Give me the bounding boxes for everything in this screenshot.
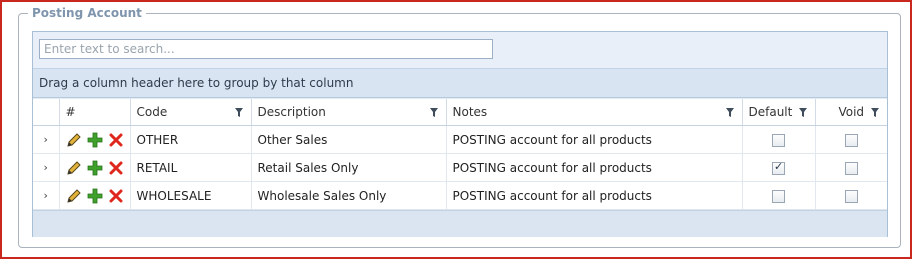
plus-icon[interactable]	[87, 188, 103, 204]
check-icon: ✓	[774, 159, 784, 173]
column-header-void[interactable]: Void	[815, 99, 887, 126]
column-header-code[interactable]: Code	[130, 99, 252, 126]
row-commands	[59, 125, 131, 154]
data-table: # Code Description Notes Default Void ›	[33, 99, 887, 210]
plus-icon[interactable]	[87, 160, 103, 176]
search-panel	[33, 32, 887, 69]
plus-icon[interactable]	[87, 132, 103, 148]
group-panel[interactable]: Drag a column header here to group by th…	[33, 69, 887, 98]
row-expand-button[interactable]: ›	[33, 153, 60, 182]
cell-notes: POSTING account for all products	[446, 125, 743, 154]
table-row[interactable]: › RETAIL Retail Sales Only POSTING accou…	[33, 153, 887, 182]
pencil-icon[interactable]	[66, 132, 82, 148]
grid-footer	[33, 210, 887, 237]
cell-void	[815, 181, 887, 210]
cell-notes: POSTING account for all products	[446, 181, 743, 210]
pencil-icon[interactable]	[66, 188, 82, 204]
row-expand-button[interactable]: ›	[33, 125, 60, 154]
filter-icon[interactable]	[429, 108, 438, 117]
table-row[interactable]: › OTHER Other Sales POSTING account for …	[33, 125, 887, 154]
column-header-label: Void	[838, 105, 865, 119]
posting-account-grid: Drag a column header here to group by th…	[32, 31, 888, 237]
column-header-default[interactable]: Default	[742, 99, 816, 126]
x-icon[interactable]	[109, 189, 123, 203]
void-checkbox[interactable]	[844, 161, 858, 175]
filter-icon[interactable]	[725, 108, 734, 117]
cell-code: OTHER	[130, 125, 252, 154]
column-header-label: Default	[748, 105, 793, 119]
default-checkbox[interactable]	[772, 133, 785, 147]
cell-void	[815, 125, 887, 154]
filter-icon[interactable]	[871, 108, 879, 117]
cell-notes: POSTING account for all products	[446, 153, 743, 182]
cell-default	[742, 125, 816, 154]
column-header-description[interactable]: Description	[251, 99, 447, 126]
cell-description: Wholesale Sales Only	[251, 181, 447, 210]
column-header-label: Notes	[452, 105, 488, 119]
row-expand-button[interactable]: ›	[33, 181, 60, 210]
void-checkbox[interactable]	[844, 133, 858, 147]
cell-description: Retail Sales Only	[251, 153, 447, 182]
default-checkbox[interactable]: ✓	[772, 159, 785, 175]
header-row: # Code Description Notes Default Void	[33, 99, 887, 126]
void-checkbox[interactable]	[844, 189, 858, 203]
filter-icon[interactable]	[798, 108, 807, 117]
panel-title: Posting Account	[28, 5, 146, 21]
column-header-label: #	[65, 105, 76, 119]
cell-description: Other Sales	[251, 125, 447, 154]
row-commands	[59, 153, 131, 182]
cell-code: RETAIL	[130, 153, 252, 182]
x-icon[interactable]	[109, 133, 123, 147]
x-icon[interactable]	[109, 161, 123, 175]
default-checkbox[interactable]	[772, 189, 785, 203]
table-row[interactable]: › WHOLESALE Wholesale Sales Only POSTING…	[33, 181, 887, 210]
cell-default	[742, 181, 816, 210]
column-header-notes[interactable]: Notes	[446, 99, 743, 126]
cell-void	[815, 153, 887, 182]
column-header-expander	[33, 99, 60, 126]
column-header-label: Code	[136, 105, 168, 119]
column-header-label: Description	[257, 105, 326, 119]
column-header-num[interactable]: #	[59, 99, 131, 126]
cell-default: ✓	[742, 153, 816, 182]
pencil-icon[interactable]	[66, 160, 82, 176]
search-input[interactable]	[39, 39, 493, 59]
window-frame: Posting Account Drag a column header her…	[0, 0, 912, 259]
filter-icon[interactable]	[234, 108, 243, 117]
cell-code: WHOLESALE	[130, 181, 252, 210]
row-commands	[59, 181, 131, 210]
